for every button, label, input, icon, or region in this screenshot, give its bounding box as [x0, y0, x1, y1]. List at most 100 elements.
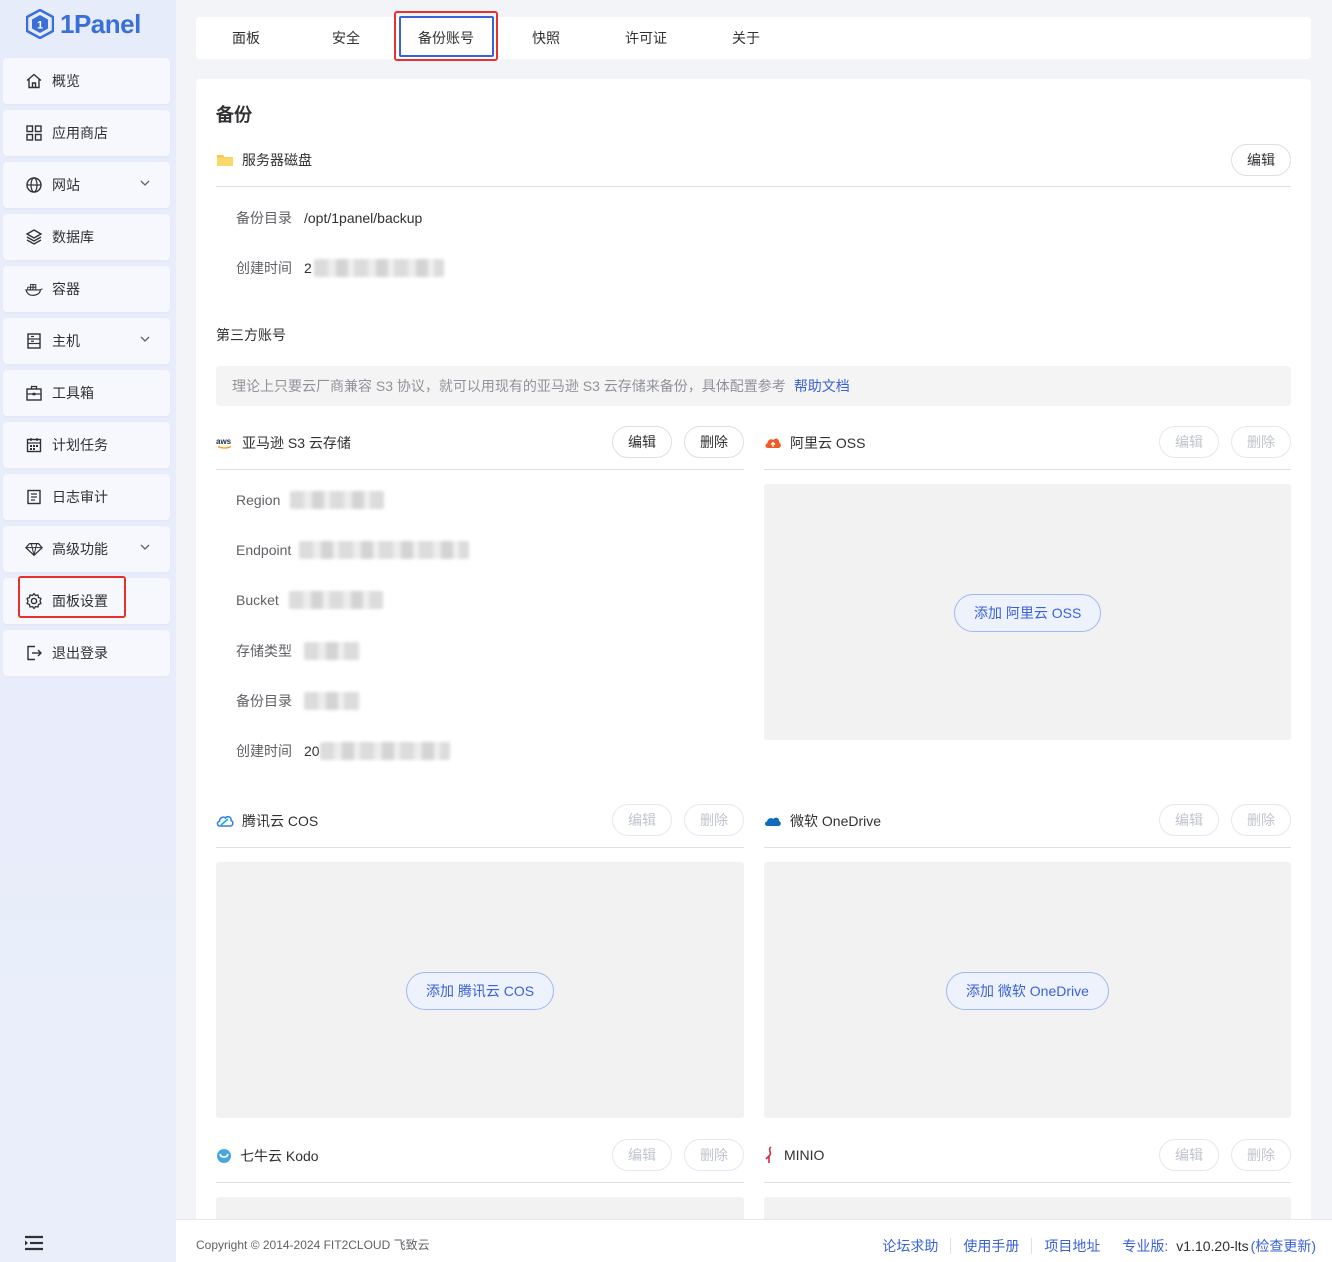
calendar-icon [25, 436, 43, 454]
log-icon [25, 488, 43, 506]
s3-endpoint-row: Endpoint [236, 541, 470, 559]
copyright: Copyright © 2014-2024 FIT2CLOUD 飞致云 [196, 1238, 430, 1252]
menu-collapse-icon[interactable] [24, 1234, 44, 1252]
s3-tip: 理论上只要云厂商兼容 S3 协议，就可以用现有的亚马逊 S3 云存储来备份，具体… [216, 366, 1291, 406]
field-label: 备份目录 [236, 210, 292, 226]
field-value: 20 [304, 743, 320, 759]
redacted-value [304, 642, 360, 660]
tab-panel[interactable]: 面板 [196, 17, 296, 59]
add-onedrive-button[interactable]: 添加 微软 OneDrive [946, 972, 1109, 1010]
cos-delete-button[interactable]: 删除 [684, 804, 744, 836]
tab-snapshot[interactable]: 快照 [496, 17, 596, 59]
sidebar-item-label: 计划任务 [52, 437, 108, 453]
tencent-cos-icon [216, 815, 234, 827]
field-value: 2 [304, 260, 312, 276]
onedrive-edit-button[interactable]: 编辑 [1159, 804, 1219, 836]
settings-tabs: 面板 安全 备份账号 快照 许可证 关于 [196, 17, 1311, 59]
field-label: 备份目录 [236, 693, 292, 709]
divider [216, 1182, 744, 1183]
kodo-edit-button[interactable]: 编辑 [612, 1139, 672, 1171]
s3-edit-button[interactable]: 编辑 [612, 426, 672, 458]
redacted-value [313, 259, 444, 277]
backup-card: 备份 服务器磁盘 编辑 备份目录 /opt/1panel/backup 创建时间… [196, 79, 1311, 1239]
divider [764, 469, 1291, 470]
project-link[interactable]: 项目地址 [1032, 1238, 1112, 1254]
sidebar-item-label: 数据库 [52, 229, 94, 245]
tab-about[interactable]: 关于 [696, 17, 796, 59]
globe-icon [25, 176, 43, 194]
field-label: 创建时间 [236, 743, 292, 759]
server-disk-dir-row: 备份目录 /opt/1panel/backup [236, 208, 422, 228]
qiniu-kodo-icon [217, 1149, 231, 1163]
diamond-icon [25, 540, 43, 558]
cos-edit-button[interactable]: 编辑 [612, 804, 672, 836]
sidebar-item-container[interactable]: 容器 [3, 266, 170, 312]
sidebar-item-overview[interactable]: 概览 [3, 58, 170, 104]
field-label: Endpoint [236, 542, 292, 558]
cos-header: 腾讯云 COS [216, 811, 318, 831]
sidebar-item-label: 容器 [52, 281, 80, 297]
apps-grid-icon [25, 124, 43, 142]
forum-link[interactable]: 论坛求助 [870, 1238, 952, 1254]
field-label: 存储类型 [236, 643, 292, 659]
kodo-title: 七牛云 Kodo [240, 1148, 319, 1164]
sidebar-item-website[interactable]: 网站 [3, 162, 170, 208]
sidebar-item-label: 退出登录 [52, 645, 108, 661]
edition-label: 专业版: [1122, 1238, 1169, 1254]
sidebar-item-label: 网站 [52, 177, 80, 193]
divider [216, 186, 1291, 187]
add-cos-button[interactable]: 添加 腾讯云 COS [406, 972, 555, 1010]
kodo-delete-button[interactable]: 删除 [684, 1139, 744, 1171]
sidebar: 1 1Panel 概览 应用商店 网站 数据库 容器 主机 工具箱 计划任务 日… [0, 0, 176, 1262]
help-doc-link[interactable]: 帮助文档 [794, 376, 850, 396]
sidebar-item-app-store[interactable]: 应用商店 [3, 110, 170, 156]
manual-link[interactable]: 使用手册 [951, 1238, 1033, 1254]
tab-security[interactable]: 安全 [296, 17, 396, 59]
tip-text: 理论上只要云厂商兼容 S3 协议，就可以用现有的亚马逊 S3 云存储来备份，具体… [232, 378, 786, 394]
divider [216, 469, 744, 470]
divider [764, 847, 1291, 848]
sidebar-item-log-audit[interactable]: 日志审计 [3, 474, 170, 520]
server-disk-title: 服务器磁盘 [242, 152, 312, 168]
sidebar-item-database[interactable]: 数据库 [3, 214, 170, 260]
s3-storage-class-row: 存储类型 [236, 641, 360, 661]
field-label: Bucket [236, 592, 279, 608]
logo[interactable]: 1 1Panel [26, 8, 141, 40]
sidebar-item-label: 日志审计 [52, 489, 108, 505]
field-label: 创建时间 [236, 260, 292, 276]
onedrive-title: 微软 OneDrive [790, 813, 882, 829]
oss-edit-button[interactable]: 编辑 [1159, 426, 1219, 458]
server-disk-header: 服务器磁盘 [216, 150, 312, 170]
sidebar-item-cron[interactable]: 计划任务 [3, 422, 170, 468]
redacted-value [288, 591, 383, 609]
version-text: v1.10.20-lts [1176, 1238, 1249, 1254]
redacted-value [299, 541, 470, 559]
gear-icon [25, 592, 43, 610]
cos-title: 腾讯云 COS [242, 813, 319, 829]
sidebar-item-advanced[interactable]: 高级功能 [3, 526, 170, 572]
divider [764, 1182, 1291, 1183]
sidebar-item-host[interactable]: 主机 [3, 318, 170, 364]
minio-delete-button[interactable]: 删除 [1231, 1139, 1291, 1171]
check-update-link[interactable]: (检查更新) [1251, 1236, 1316, 1256]
tab-license[interactable]: 许可证 [596, 17, 696, 59]
tab-backup-account[interactable]: 备份账号 [396, 17, 496, 59]
s3-title: 亚马逊 S3 云存储 [242, 435, 351, 451]
server-disk-edit-button[interactable]: 编辑 [1231, 144, 1291, 176]
onedrive-delete-button[interactable]: 删除 [1231, 804, 1291, 836]
divider [216, 847, 744, 848]
minio-edit-button[interactable]: 编辑 [1159, 1139, 1219, 1171]
redacted-value [304, 692, 360, 710]
redacted-value [290, 491, 385, 509]
sidebar-item-logout[interactable]: 退出登录 [3, 630, 170, 676]
minio-title: MINIO [784, 1147, 825, 1163]
oss-delete-button[interactable]: 删除 [1231, 426, 1291, 458]
sidebar-item-panel-settings[interactable]: 面板设置 [3, 578, 170, 624]
sidebar-item-label: 高级功能 [52, 541, 108, 557]
s3-delete-button[interactable]: 删除 [684, 426, 744, 458]
chevron-down-icon [140, 336, 150, 342]
sidebar-item-label: 面板设置 [52, 593, 108, 609]
add-oss-button[interactable]: 添加 阿里云 OSS [954, 594, 1102, 632]
sidebar-item-toolbox[interactable]: 工具箱 [3, 370, 170, 416]
aliyun-oss-icon [765, 438, 781, 448]
